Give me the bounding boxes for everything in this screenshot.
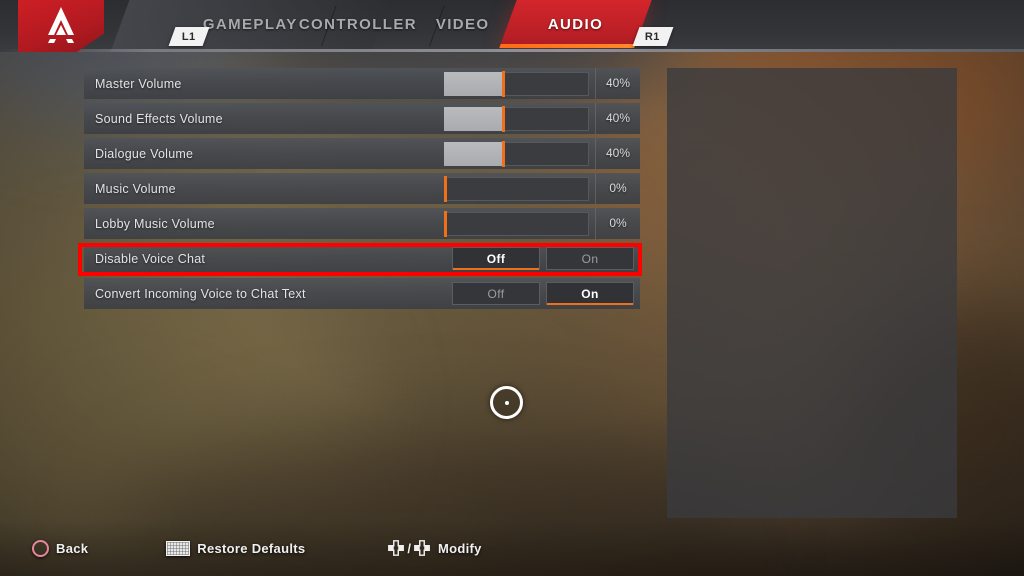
audio-settings-list: Master Volume 40% Sound Effects Volume 4… <box>84 68 640 313</box>
setting-label: Sound Effects Volume <box>95 111 223 126</box>
lobby-music-volume-slider[interactable] <box>444 210 589 237</box>
convert-voice-option-on[interactable]: On <box>546 282 634 305</box>
setting-row-disable-voice-chat[interactable]: Disable Voice Chat Off On <box>84 243 640 274</box>
settings-tab-list: GAMEPLAY CONTROLLER VIDEO AUDIO <box>0 0 1024 52</box>
hint-modify[interactable]: / Modify <box>387 539 481 557</box>
hint-label: Restore Defaults <box>197 540 306 556</box>
slider-track <box>444 176 589 201</box>
hint-label: Back <box>56 540 89 556</box>
setting-row-convert-incoming-voice-to-chat-text[interactable]: Convert Incoming Voice to Chat Text Off … <box>84 278 640 309</box>
sound-effects-volume-slider[interactable] <box>444 105 589 132</box>
setting-label: Convert Incoming Voice to Chat Text <box>95 286 306 301</box>
slider-value: 40% <box>595 68 640 99</box>
setting-label: Lobby Music Volume <box>95 216 215 231</box>
ps-circle-button-icon <box>32 539 49 557</box>
setting-row-dialogue-volume[interactable]: Dialogue Volume 40% <box>84 138 640 169</box>
setting-label: Music Volume <box>95 181 176 196</box>
bumper-r1-badge[interactable]: R1 <box>632 27 674 46</box>
disable-voice-chat-option-off[interactable]: Off <box>452 247 540 270</box>
slider-handle[interactable] <box>502 105 505 132</box>
slider-value: 0% <box>595 173 640 204</box>
convert-voice-option-off[interactable]: Off <box>452 282 540 305</box>
slider-handle[interactable] <box>444 175 447 202</box>
hint-label: Modify <box>438 540 482 556</box>
slider-fill <box>444 106 502 131</box>
slider-value: 40% <box>595 103 640 134</box>
touchpad-button-icon <box>166 540 191 556</box>
top-navigation-bar: GAMEPLAY CONTROLLER VIDEO AUDIO L1 R1 <box>0 0 1024 52</box>
slider-fill <box>444 141 502 166</box>
bumper-l1-label: L1 <box>182 30 196 43</box>
dpad-separator: / <box>407 540 412 556</box>
setting-row-sound-effects-volume[interactable]: Sound Effects Volume 40% <box>84 103 640 134</box>
setting-label: Dialogue Volume <box>95 146 194 161</box>
bumper-l1-badge[interactable]: L1 <box>168 27 210 46</box>
setting-label: Disable Voice Chat <box>95 251 206 266</box>
tab-label: AUDIO <box>547 15 604 33</box>
hint-back[interactable]: Back <box>32 539 89 557</box>
master-volume-slider[interactable] <box>444 70 589 97</box>
hint-restore-defaults[interactable]: Restore Defaults <box>166 540 306 556</box>
slider-track <box>444 211 589 236</box>
disable-voice-chat-option-on[interactable]: On <box>546 247 634 270</box>
dialogue-volume-slider[interactable] <box>444 140 589 167</box>
slider-handle[interactable] <box>444 210 447 237</box>
music-volume-slider[interactable] <box>444 175 589 202</box>
cursor-center-dot <box>504 400 509 405</box>
tab-audio[interactable]: AUDIO <box>499 0 652 48</box>
bumper-r1-label: R1 <box>645 30 661 43</box>
setting-row-lobby-music-volume[interactable]: Lobby Music Volume 0% <box>84 208 640 239</box>
footer-hint-bar: Back Restore Defaults / Modify <box>0 520 1024 576</box>
dpad-left-right-icon: / <box>387 539 431 557</box>
disable-voice-chat-toggle-group: Off On <box>452 247 634 270</box>
description-panel <box>667 68 957 518</box>
setting-label: Master Volume <box>95 76 182 91</box>
setting-row-music-volume[interactable]: Music Volume 0% <box>84 173 640 204</box>
convert-voice-toggle-group: Off On <box>452 282 634 305</box>
circle-cursor-icon <box>490 386 523 419</box>
slider-handle[interactable] <box>502 70 505 97</box>
slider-fill <box>444 71 502 96</box>
tab-label: VIDEO <box>436 15 490 33</box>
slider-handle[interactable] <box>502 140 505 167</box>
apex-settings-screen: GAMEPLAY CONTROLLER VIDEO AUDIO L1 R1 Ma… <box>0 0 1024 576</box>
top-bar-underline <box>0 49 1024 52</box>
slider-value: 0% <box>595 208 640 239</box>
setting-row-master-volume[interactable]: Master Volume 40% <box>84 68 640 99</box>
slider-value: 40% <box>595 138 640 169</box>
